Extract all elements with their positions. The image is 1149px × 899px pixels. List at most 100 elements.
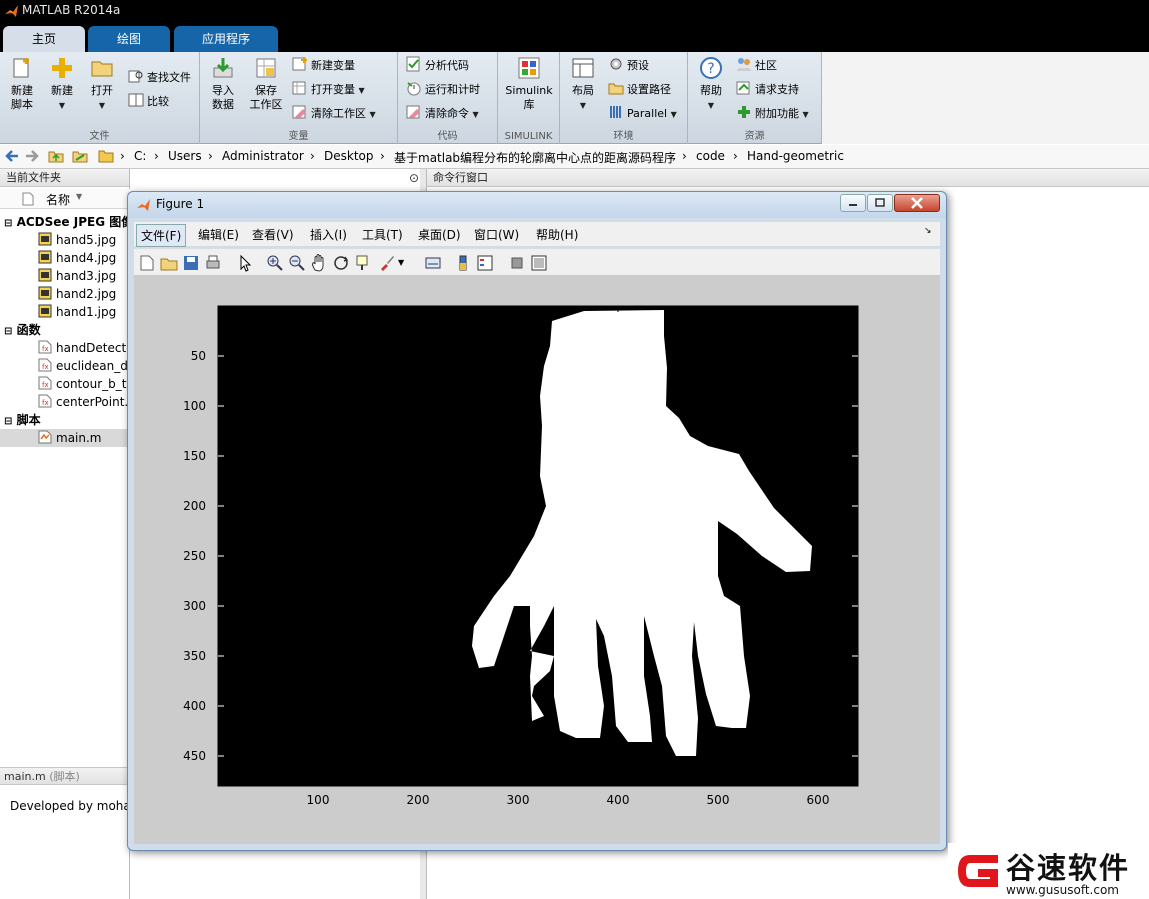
close-icon (911, 197, 923, 209)
list-item[interactable]: hand5.jpg (38, 231, 116, 249)
colorbar-icon[interactable] (454, 254, 472, 272)
parallel-button[interactable]: Parallel ▼ (608, 104, 677, 124)
new-figure-icon[interactable] (138, 254, 156, 272)
save-workspace-button[interactable]: 保存 工作区 (246, 56, 286, 112)
analyze-code-button[interactable]: 分析代码 (406, 56, 469, 76)
zoom-out-icon[interactable] (288, 254, 306, 272)
list-item[interactable]: hand1.jpg (38, 303, 116, 321)
legend-icon[interactable] (476, 254, 494, 272)
new-variable-button[interactable]: 新建变量 (292, 56, 355, 76)
brush-icon[interactable] (378, 254, 396, 272)
hide-plot-tools-icon[interactable] (508, 254, 526, 272)
back-icon[interactable] (4, 148, 20, 167)
tab-home[interactable]: 主页 (3, 26, 85, 52)
menu-tools[interactable]: 工具(T) (362, 226, 403, 243)
clear-commands-button[interactable]: 清除命令 ▼ (406, 104, 479, 124)
forward-icon[interactable] (24, 148, 40, 167)
list-item[interactable]: fx euclidean_di (38, 357, 131, 375)
section-scripts[interactable]: ⊟ 脚本 (4, 411, 41, 429)
menu-insert[interactable]: 插入(I) (310, 226, 347, 243)
group-label-file: 文件 (89, 131, 110, 142)
chevron-down-icon: ▼ (472, 110, 479, 119)
menu-view[interactable]: 查看(V) (252, 226, 294, 243)
list-item[interactable]: hand4.jpg (38, 249, 116, 267)
data-cursor-icon[interactable] (354, 254, 372, 272)
pointer-icon[interactable] (236, 254, 254, 272)
dock-arrow-icon[interactable]: ↘ (924, 226, 932, 236)
rotate-3d-icon[interactable] (332, 254, 350, 272)
open-variable-button[interactable]: 打开变量 ▼ (292, 80, 365, 100)
maximize-button[interactable] (867, 194, 893, 212)
analyze-code-icon (406, 56, 420, 72)
crumb-hand-geometric[interactable]: Hand-geometric (747, 149, 844, 163)
simulink-library-button[interactable]: Simulink 库 (502, 56, 556, 112)
up-folder-icon[interactable] (48, 148, 64, 167)
y-tick-label: 100 (183, 399, 206, 413)
open-file-icon[interactable] (160, 254, 178, 272)
tab-apps[interactable]: 应用程序 (174, 26, 278, 52)
add-ons-button[interactable]: 附加功能 ▼ (736, 104, 809, 124)
preferences-button[interactable]: 预设 (608, 56, 649, 76)
open-button[interactable]: 打开 ▼ (84, 56, 120, 113)
help-button[interactable]: ? 帮助 ▼ (694, 56, 728, 113)
run-and-time-button[interactable]: 运行和计时 (406, 80, 480, 100)
chevron-down-icon: ▼ (58, 101, 66, 110)
section-jpeg[interactable]: ⊟ ACDSee JPEG 图像 (4, 213, 133, 231)
list-item-selected[interactable]: main.m (0, 429, 130, 447)
chevron-down-icon: ▼ (369, 110, 376, 119)
close-button[interactable] (894, 194, 940, 212)
menu-help[interactable]: 帮助(H) (536, 226, 578, 243)
save-icon[interactable] (182, 254, 200, 272)
show-plot-tools-icon[interactable] (530, 254, 548, 272)
menu-file[interactable]: 文件(F) (136, 224, 187, 247)
menu-desktop[interactable]: 桌面(D) (418, 226, 461, 243)
menu-window[interactable]: 窗口(W) (474, 226, 519, 243)
link-plot-icon[interactable] (424, 254, 442, 272)
list-item[interactable]: fx centerPoint. (38, 393, 128, 411)
community-icon (737, 58, 751, 71)
crumb-sep: › (208, 149, 213, 163)
crumb-desktop[interactable]: Desktop (324, 149, 374, 163)
set-path-button[interactable]: 设置路径 (608, 80, 671, 100)
chevron-down-icon[interactable]: ▼ (398, 258, 416, 276)
crumb-code[interactable]: code (696, 149, 725, 163)
browse-folder-icon[interactable] (72, 148, 88, 167)
crumb-users[interactable]: Users (168, 149, 202, 163)
figure-menubar: 文件(F) 编辑(E) 查看(V) 插入(I) 工具(T) 桌面(D) 窗口(W… (134, 222, 940, 247)
find-files-button[interactable]: 查找文件 (128, 68, 191, 88)
list-item[interactable]: hand2.jpg (38, 285, 116, 303)
panel-menu-icon[interactable]: ⊙ (407, 169, 421, 187)
command-window-header: 命令行窗口 (427, 169, 1149, 187)
figure-titlebar[interactable]: Figure 1 (128, 192, 946, 218)
figure-window: Figure 1 文件(F) 编辑(E) 查看(V) 插入(I) 工具(T) 桌… (127, 191, 947, 851)
column-header[interactable]: 名称 ▼ (0, 189, 130, 209)
add-ons-icon (738, 106, 750, 118)
menu-edit[interactable]: 编辑(E) (198, 226, 239, 243)
list-item[interactable]: fx handDetect. (38, 339, 130, 357)
section-functions[interactable]: ⊟ 函数 (4, 321, 41, 339)
pan-hand-icon[interactable] (310, 254, 328, 272)
file-icon (22, 192, 34, 206)
jpg-file-icon (38, 232, 52, 246)
tab-plots[interactable]: 绘图 (88, 26, 170, 52)
print-icon[interactable] (204, 254, 222, 272)
svg-text:fx: fx (42, 399, 49, 407)
list-item[interactable]: hand3.jpg (38, 267, 116, 285)
crumb-project[interactable]: 基于matlab编程分布的轮廓离中心点的距离源码程序 (394, 149, 676, 166)
new-script-button[interactable]: 新建 脚本 (4, 56, 40, 112)
request-support-button[interactable]: 请求支持 (736, 80, 799, 100)
layout-button[interactable]: 布局 ▼ (566, 56, 600, 113)
new-button[interactable]: 新建 ▼ (44, 56, 80, 113)
compare-button[interactable]: 比较 (128, 92, 169, 112)
list-item[interactable]: fx contour_b_tr (38, 375, 131, 393)
svg-text:fx: fx (42, 381, 49, 389)
zoom-in-icon[interactable] (266, 254, 284, 272)
import-data-button[interactable]: 导入 数据 (206, 56, 240, 112)
clear-workspace-button[interactable]: 清除工作区 ▼ (292, 104, 376, 124)
community-button[interactable]: 社区 (736, 56, 777, 76)
crumb-administrator[interactable]: Administrator (222, 149, 304, 163)
minimize-button[interactable] (840, 194, 866, 212)
group-simulink: Simulink 库 SIMULINK (498, 52, 560, 144)
crumb-drive[interactable]: C: (134, 149, 146, 163)
axes[interactable]: 100 200 300 400 500 600 50 100 150 200 250 300 350 4… (134, 276, 940, 844)
